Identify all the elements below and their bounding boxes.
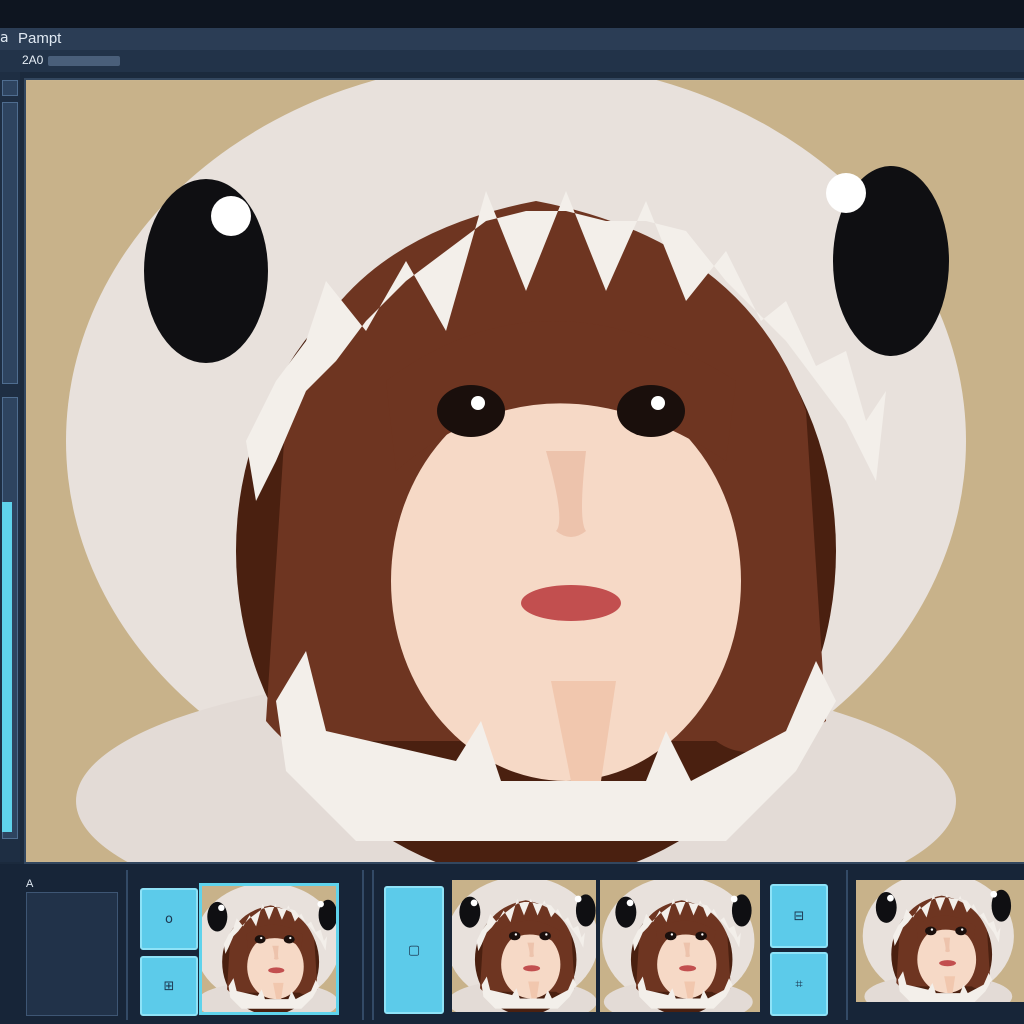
toolbar-code: 2A0 — [22, 53, 44, 67]
monitor-bezel — [0, 0, 1024, 28]
main-image — [26, 80, 1024, 862]
separator — [362, 870, 364, 1020]
thumbnail-4[interactable] — [856, 880, 1024, 1002]
separator — [126, 870, 128, 1020]
rail-panel — [2, 102, 18, 384]
window-title: Pampt — [18, 30, 62, 47]
zoom-slider[interactable] — [48, 56, 120, 66]
thumbnail-1[interactable] — [199, 883, 339, 1015]
action-button-2[interactable]: ⊞ — [140, 956, 198, 1016]
thumbnail-image — [856, 880, 1024, 1002]
rail-scroll-indicator[interactable] — [2, 502, 12, 832]
preview-box — [26, 892, 118, 1016]
action-button-1[interactable]: o — [140, 888, 198, 950]
title-bar: a Pampt — [0, 28, 1024, 51]
action-button-4[interactable]: ⊟ — [770, 884, 828, 948]
panel-label: A — [26, 878, 34, 890]
separator — [846, 870, 848, 1020]
thumbnail-image — [202, 886, 336, 1012]
left-rail — [0, 72, 20, 862]
thumbnail-image — [452, 880, 596, 1012]
separator — [372, 870, 374, 1020]
app-icon: a — [0, 30, 9, 46]
thumbnail-image — [600, 880, 760, 1012]
toolbar: 2A0 — [0, 50, 1024, 72]
action-button-3[interactable]: ▢ — [384, 886, 444, 1014]
rail-button-top[interactable] — [2, 80, 18, 96]
thumbnail-3[interactable] — [600, 880, 760, 1012]
main-image-canvas[interactable] — [24, 78, 1024, 864]
thumbnail-2[interactable] — [452, 880, 596, 1012]
action-button-5[interactable]: ⌗ — [770, 952, 828, 1016]
